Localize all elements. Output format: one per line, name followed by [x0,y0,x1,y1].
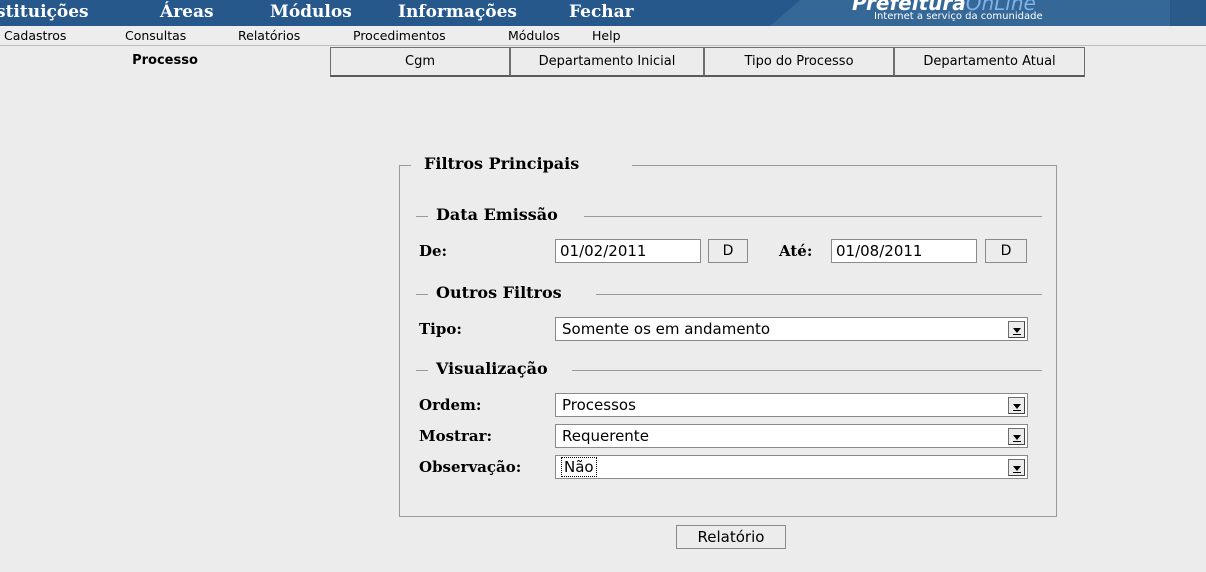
tipo-select[interactable]: Somente os em andamento [555,317,1028,341]
menubar-help[interactable]: Help [592,28,621,43]
menubar-cadastros[interactable]: Cadastros [4,28,66,43]
divider [416,216,428,217]
date-from-picker-button[interactable]: D [708,239,748,263]
menu-informacoes[interactable]: Informações [398,2,517,22]
visualizacao-legend: Visualização [436,359,548,378]
top-banner: stituições Áreas Módulos Informações Fec… [0,0,1206,26]
divider [596,294,1042,295]
outros-filtros-legend: Outros Filtros [436,283,562,302]
de-label: De: [419,242,448,260]
divider [584,216,1042,217]
menu-fechar[interactable]: Fechar [569,2,634,22]
tab-tipo-do-processo[interactable]: Tipo do Processo [704,47,894,77]
menubar-consultas[interactable]: Consultas [125,28,186,43]
filtros-principais-legend: Filtros Principais [424,154,580,173]
tab-departamento-atual[interactable]: Departamento Atual [894,47,1085,77]
divider [416,294,428,295]
relatorio-button[interactable]: Relatório [676,525,786,549]
menu-modulos[interactable]: Módulos [270,2,352,22]
data-emissao-legend: Data Emissão [436,205,558,224]
ate-label: Até: [779,242,813,260]
observacao-select[interactable]: Não [555,455,1028,479]
divider [416,370,428,371]
date-to-picker-button[interactable]: D [985,239,1027,263]
chevron-down-icon[interactable] [1008,397,1025,414]
logo-strip [1170,0,1200,26]
logo-subtitle: Internet a serviço da comunidade [874,11,1043,22]
date-to-input[interactable]: 01/08/2011 [831,239,977,263]
menubar-modulos[interactable]: Módulos [508,28,560,43]
divider [572,370,1042,371]
menubar-relatorios[interactable]: Relatórios [238,28,300,43]
chevron-down-icon[interactable] [1008,459,1025,476]
tab-processo[interactable]: Processo [0,46,330,77]
chevron-down-icon[interactable] [1008,428,1025,445]
observacao-label: Observação: [419,458,522,476]
tipo-label: Tipo: [419,320,462,338]
ordem-label: Ordem: [419,396,482,414]
menu-instituicoes[interactable]: stituições [0,2,89,22]
chevron-down-icon[interactable] [1008,321,1025,338]
tab-departamento-inicial[interactable]: Departamento Inicial [510,47,704,77]
menubar: Cadastros Consultas Relatórios Procedime… [0,26,1206,46]
date-from-input[interactable]: 01/02/2011 [555,239,701,263]
mostrar-label: Mostrar: [419,427,493,445]
ordem-select[interactable]: Processos [555,393,1028,417]
workspace: Processo Cgm Departamento Inicial Tipo d… [0,46,1206,572]
menu-areas[interactable]: Áreas [160,2,214,22]
menubar-procedimentos[interactable]: Procedimentos [353,28,446,43]
mostrar-select[interactable]: Requerente [555,424,1028,448]
tab-cgm[interactable]: Cgm [330,47,510,77]
